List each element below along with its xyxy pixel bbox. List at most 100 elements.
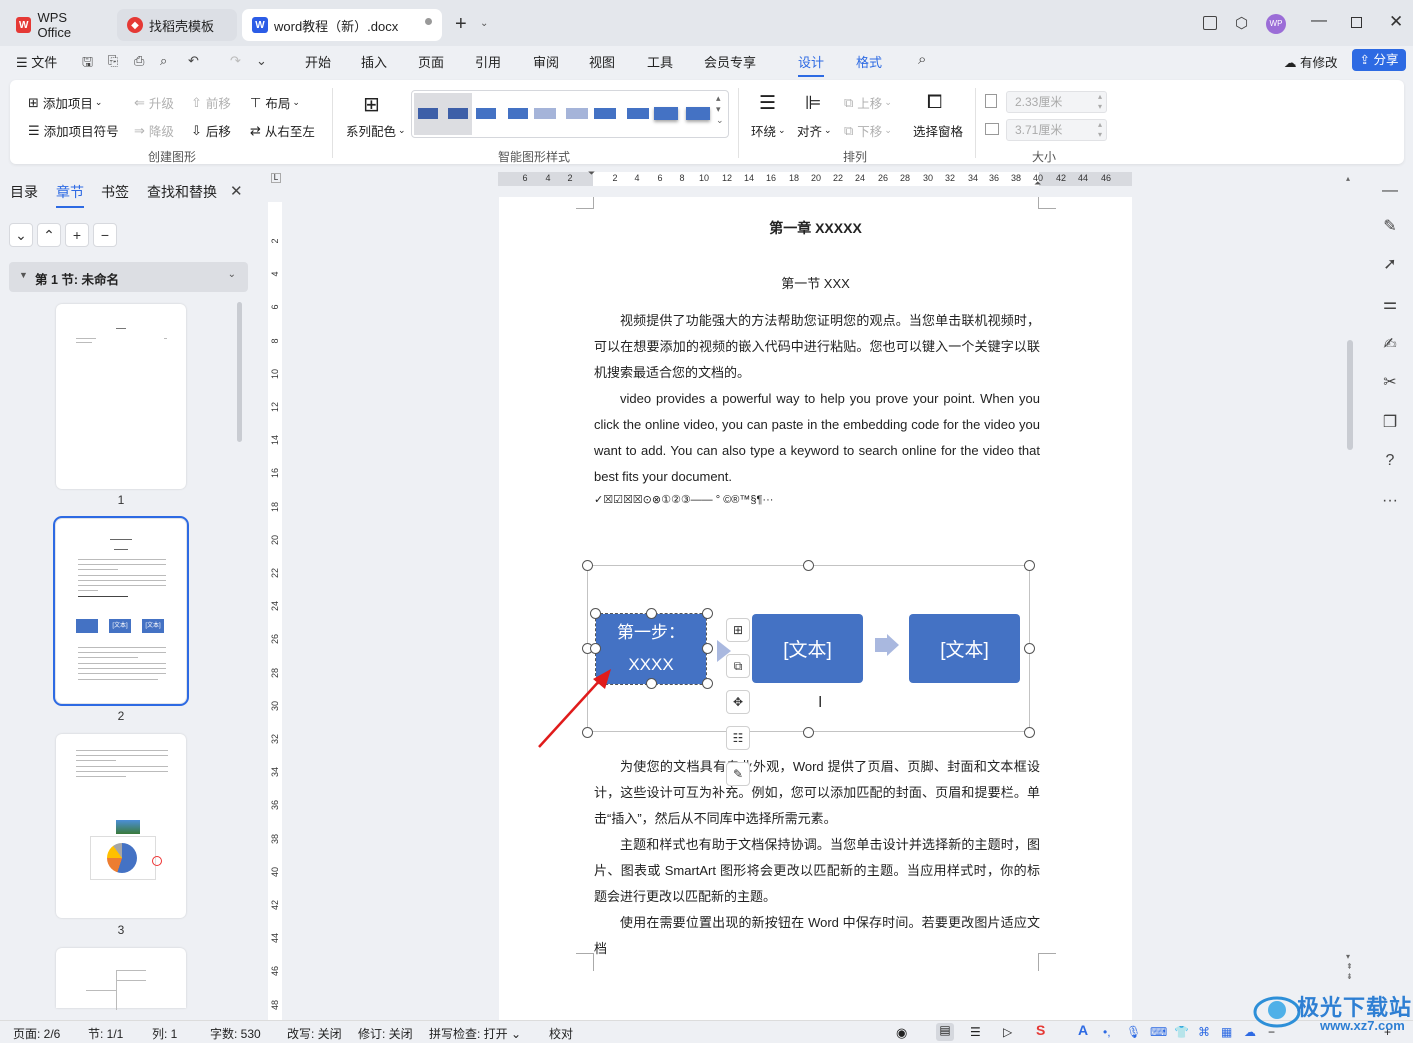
link-icon[interactable]: ⎘ <box>108 53 118 69</box>
page-thumbnail-3[interactable] <box>56 734 186 918</box>
punctuation-icon[interactable]: •, <box>1103 1025 1111 1039</box>
play-icon[interactable]: ▷ <box>1003 1025 1012 1039</box>
resize-handle[interactable] <box>803 727 814 738</box>
spell-check-status[interactable]: 拼写检查: 打开 ⌄ <box>429 1025 521 1042</box>
menu-tools[interactable]: 工具 <box>647 52 673 71</box>
ai-icon[interactable]: ✍ <box>1381 334 1399 354</box>
close-panel-icon[interactable]: ✕ <box>230 182 243 200</box>
paragraph-2[interactable]: video provides a powerful way to help yo… <box>594 386 1040 490</box>
style-gallery[interactable]: ▴ ▾ ⌄ <box>411 90 729 138</box>
symbols-line[interactable]: ✓☒☑☒☒⊙⊗①②③—— ° ©®™§¶··· <box>594 493 773 506</box>
track-changes-status[interactable]: 修订: 关闭 <box>358 1025 413 1042</box>
rtl-button[interactable]: ⇄ 从右至左 <box>250 121 315 140</box>
menu-start[interactable]: 开始 <box>305 52 331 71</box>
word-count[interactable]: 字数: 530 <box>210 1025 261 1042</box>
scrollbar-thumb[interactable] <box>237 302 242 442</box>
move-next-button[interactable]: ⇩ 后移 <box>191 121 231 140</box>
print-preview-icon[interactable]: ⌕ <box>160 53 167 69</box>
font-a-icon[interactable]: A <box>1078 1022 1088 1038</box>
color-scheme-button[interactable]: 系列配色 ⌄ <box>346 121 406 140</box>
align-button[interactable]: 对齐 ⌄ <box>797 121 832 140</box>
menu-insert[interactable]: 插入 <box>361 52 387 71</box>
resize-handle[interactable] <box>1024 727 1035 738</box>
menu-page[interactable]: 页面 <box>418 52 444 71</box>
tab-document[interactable]: W word教程（新）.docx <box>242 9 442 41</box>
input-method-icon[interactable]: S <box>1036 1022 1045 1038</box>
style-swatch[interactable] <box>594 108 616 119</box>
add-shape-button[interactable]: ⊞ <box>726 618 750 642</box>
bring-forward-button[interactable]: ⧉ 上移 ⌄ <box>844 93 892 112</box>
node-handle[interactable] <box>590 608 601 619</box>
redo-icon[interactable]: ↷ <box>230 53 241 69</box>
tools-icon[interactable]: ✂ <box>1381 372 1399 392</box>
width-input[interactable]: 3.71厘米 ▴ ▾ <box>1006 119 1107 141</box>
more-icon[interactable]: ··· <box>1381 492 1399 510</box>
tab-find-replace[interactable]: 查找和替换 <box>147 182 217 202</box>
gallery-scroll-icon[interactable]: ▴ ▾ ⌄ <box>716 93 724 126</box>
eye-icon[interactable]: ◉ <box>896 1025 907 1041</box>
resize-handle[interactable] <box>1024 643 1035 654</box>
text-pane-button[interactable]: ☷ <box>726 726 750 750</box>
game-icon[interactable]: ⌘ <box>1198 1025 1210 1039</box>
cube-icon[interactable]: ⬡ <box>1235 14 1248 32</box>
tab-chapter[interactable]: 章节 <box>56 182 84 208</box>
document-page[interactable]: 第一章 XXXXX 第一节 XXX 视频提供了功能强大的方法帮助您证明您的观点。… <box>499 197 1132 1020</box>
book-icon[interactable]: ❒ <box>1381 412 1399 432</box>
tab-wps-office[interactable]: W WPS Office <box>6 9 112 41</box>
section-count[interactable]: 节: 1/1 <box>88 1025 123 1042</box>
page-count[interactable]: 页面: 2/6 <box>13 1025 60 1042</box>
keyboard-icon[interactable]: ⌨ <box>1150 1025 1167 1039</box>
remove-section-button[interactable]: − <box>93 223 117 247</box>
selection-pane-button[interactable]: 选择窗格 <box>913 121 963 140</box>
wrap-button[interactable]: 环绕 ⌄ <box>751 121 786 140</box>
section-header[interactable]: ▼ 第 1 节: 未命名 ⌄ <box>9 262 248 292</box>
resize-handle[interactable] <box>803 560 814 571</box>
node-handle[interactable] <box>646 678 657 689</box>
paragraph-5[interactable]: 使用在需要位置出现的新按钮在 Word 中保存时间。若要更改图片适应文档 <box>594 910 1040 962</box>
move-prev-button[interactable]: ⇧ 前移 <box>191 93 231 112</box>
chevron-down-icon[interactable]: ⌄ <box>480 18 488 29</box>
style-swatch[interactable] <box>686 107 710 120</box>
menu-design[interactable]: 设计 <box>798 52 825 77</box>
demote-button[interactable]: ⇒ 降级 <box>134 121 174 140</box>
undo-icon[interactable]: ↶ <box>188 53 199 69</box>
adjust-icon[interactable]: ⚌ <box>1381 294 1399 314</box>
send-backward-button[interactable]: ⧉ 下移 ⌄ <box>844 121 892 140</box>
column-count[interactable]: 列: 1 <box>152 1025 177 1042</box>
node-handle[interactable] <box>702 608 713 619</box>
smartart-node-2[interactable]: [文本] <box>752 614 863 683</box>
help-icon[interactable]: ? <box>1381 452 1399 470</box>
shirt-icon[interactable]: 👕 <box>1174 1025 1189 1039</box>
vertical-ruler[interactable]: 2 4 6 8 10 12 14 16 18 20 22 24 26 28 30 32 34 36 38 40 42 44… <box>268 202 282 1020</box>
new-tab-button[interactable]: + <box>455 13 467 36</box>
change-layout-button[interactable]: ⧉ <box>726 654 750 678</box>
document-scrollbar-thumb[interactable] <box>1347 340 1353 450</box>
menu-review[interactable]: 审阅 <box>533 52 559 71</box>
resize-handle[interactable] <box>582 560 593 571</box>
tab-docer[interactable]: ◆ 找稻壳模板 <box>117 9 237 41</box>
paragraph-3[interactable]: 为使您的文档具有专业外观，Word 提供了页眉、页脚、封面和文本框设计，这些设计… <box>594 754 1040 832</box>
tab-bookmark[interactable]: 书签 <box>101 182 129 202</box>
menu-format[interactable]: 格式 <box>856 52 882 71</box>
height-input[interactable]: 2.33厘米 ▴ ▾ <box>1006 91 1107 113</box>
chevron-down-icon[interactable]: ⌄ <box>228 269 236 280</box>
style-swatch[interactable] <box>654 107 678 120</box>
layout-button[interactable]: ⊤ 布局 ⌄ <box>250 93 300 112</box>
collapse-icon[interactable]: — <box>1381 182 1399 200</box>
file-menu[interactable]: ☰ 文件 <box>16 52 57 71</box>
grid-icon[interactable]: ▦ <box>1221 1025 1232 1039</box>
section-heading[interactable]: 第一节 XXX <box>499 273 1132 292</box>
share-button[interactable]: ⇪ 分享 <box>1352 49 1406 71</box>
page-thumbnail-1[interactable] <box>56 304 186 489</box>
indent-marker-icon[interactable]: ⏷ <box>588 168 595 179</box>
add-section-button[interactable]: + <box>65 223 89 247</box>
node-handle[interactable] <box>702 643 713 654</box>
minimize-button[interactable]: — <box>1311 12 1327 30</box>
outline-view-icon[interactable]: ☰ <box>970 1025 981 1039</box>
resize-handle[interactable] <box>1024 560 1035 571</box>
paragraph-1[interactable]: 视频提供了功能强大的方法帮助您证明您的观点。当您单击联机视频时，可以在想要添加的… <box>594 308 1040 386</box>
smartart-node-3[interactable]: [文本] <box>909 614 1020 683</box>
style-swatch[interactable] <box>476 108 496 119</box>
pen-icon[interactable]: ✎ <box>1381 216 1399 236</box>
layout-icon[interactable] <box>1203 16 1217 30</box>
